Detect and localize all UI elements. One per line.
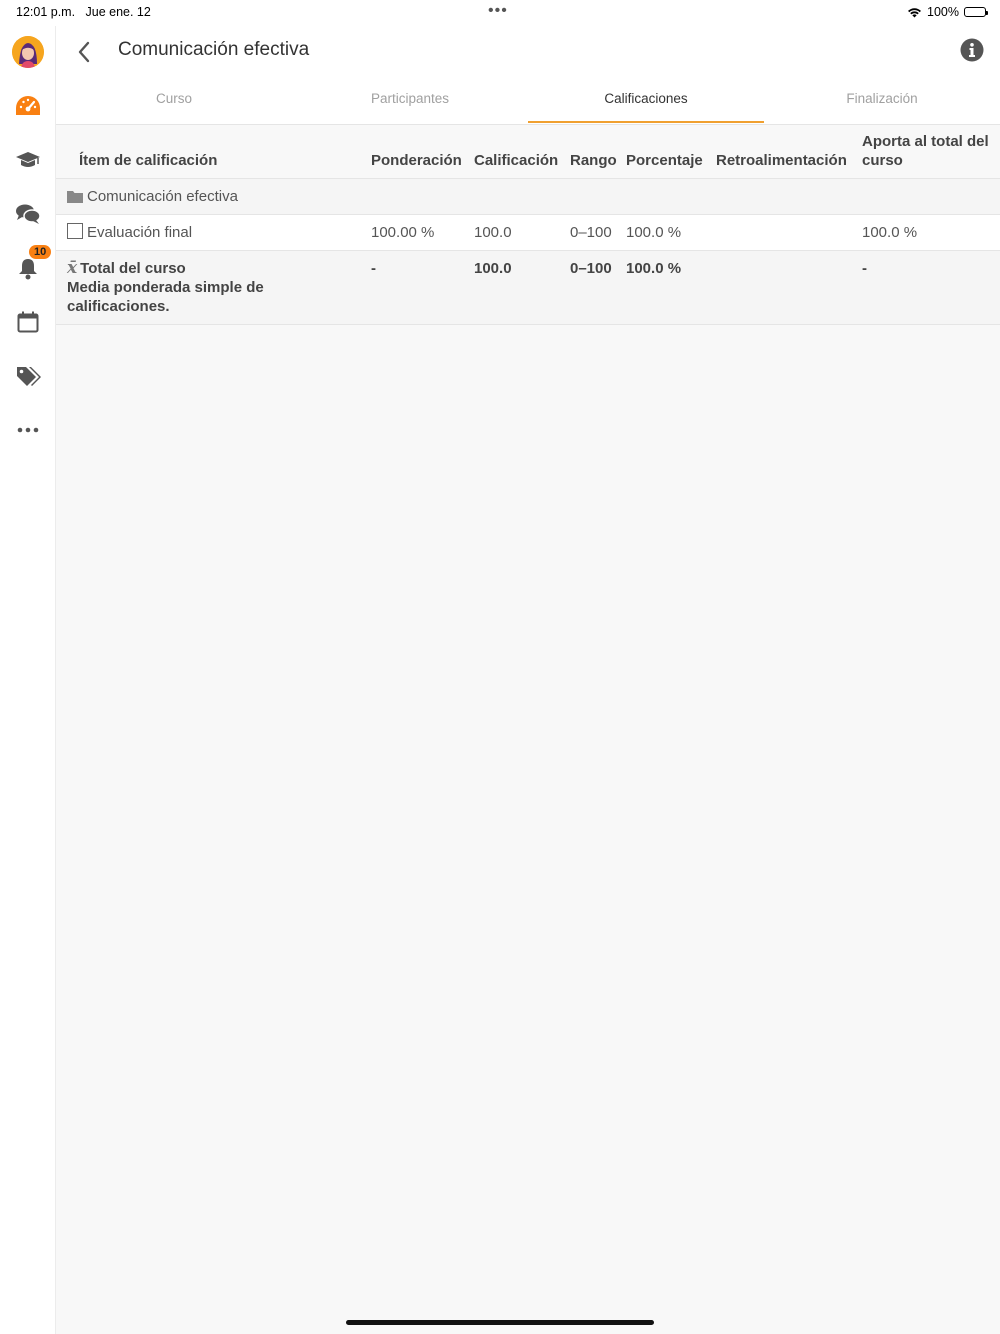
- header-item: Ítem de calificación: [79, 152, 218, 169]
- table-row-grade-item: Evaluación final 100.00 % 100.0 0–100 10…: [56, 214, 1000, 251]
- sidebar-item-notifications[interactable]: 10: [8, 245, 52, 288]
- course-total-range: 0–100: [566, 250, 622, 325]
- tab-calificaciones[interactable]: Calificaciones: [528, 76, 764, 123]
- course-tabs: Curso Participantes Calificaciones Final…: [56, 76, 1000, 123]
- tab-finalizacion[interactable]: Finalización: [764, 76, 1000, 123]
- notification-badge: 10: [29, 245, 52, 259]
- grades-table: Ítem de calificación Ponderación Calific…: [56, 124, 1000, 325]
- user-avatar-button[interactable]: [8, 32, 48, 72]
- header-grade: Calificación: [474, 152, 559, 169]
- multitasking-dots[interactable]: •••: [488, 2, 508, 20]
- grade-item-feedback: [712, 214, 858, 251]
- sidebar-item-messages[interactable]: [8, 194, 48, 234]
- battery-percent: 100%: [927, 5, 959, 19]
- grade-item-grade: 100.0: [470, 214, 566, 251]
- table-row-course-total: x̄ Total del curso Media ponderada simple…: [56, 250, 1000, 325]
- table-header-row: Ítem de calificación Ponderación Calific…: [56, 124, 1000, 179]
- page-title: Comunicación efectiva: [118, 39, 310, 60]
- header-weight: Ponderación: [371, 152, 462, 169]
- battery-icon: [964, 7, 988, 17]
- bell-icon: [19, 259, 37, 280]
- mean-x-bar-icon: x̄: [67, 258, 78, 278]
- course-total-cell: x̄ Total del curso Media ponderada simple…: [56, 250, 367, 325]
- grade-item-percentage: 100.0 %: [622, 214, 712, 251]
- sidebar-item-more[interactable]: [8, 410, 48, 450]
- tab-participantes[interactable]: Participantes: [292, 76, 528, 123]
- avatar: [12, 36, 44, 68]
- sidebar-item-calendar[interactable]: [8, 302, 48, 342]
- sidebar-item-courses[interactable]: [8, 140, 48, 180]
- grade-item-weight: 100.00 %: [367, 214, 470, 251]
- course-total-percentage: 100.0 %: [622, 250, 712, 325]
- header-range: Rango: [570, 152, 617, 169]
- chat-bubbles-icon: [16, 204, 41, 224]
- more-dots-icon: [17, 427, 39, 433]
- sidebar: 10: [0, 26, 56, 1334]
- status-bar: 12:01 p.m. Jue ene. 12 ••• 100%: [0, 0, 1000, 26]
- info-button[interactable]: [960, 38, 986, 64]
- header-contribution: Aporta al total del curso: [862, 133, 989, 169]
- course-total-grade: 100.0: [470, 250, 566, 325]
- course-total-weight: -: [367, 250, 470, 325]
- info-icon: [960, 38, 984, 62]
- status-right: 100%: [907, 5, 988, 19]
- dashboard-gauge-icon: [16, 96, 40, 115]
- grades-content: Ítem de calificación Ponderación Calific…: [56, 124, 1000, 325]
- category-name: Comunicación efectiva: [87, 188, 238, 205]
- grade-item-contribution: 100.0 %: [858, 214, 1000, 251]
- graduation-cap-icon: [16, 152, 40, 167]
- header-feedback: Retroalimentación: [716, 152, 847, 169]
- grade-item-cell: Evaluación final: [56, 214, 367, 251]
- status-time: 12:01 p.m. Jue ene. 12: [16, 5, 151, 19]
- chevron-left-icon: [78, 41, 90, 63]
- course-total-description: Media ponderada simple de calificaciones…: [67, 279, 264, 315]
- sidebar-item-dashboard[interactable]: [8, 86, 48, 126]
- course-total-feedback: [712, 250, 858, 325]
- wifi-icon: [908, 7, 922, 17]
- tab-curso[interactable]: Curso: [56, 76, 292, 123]
- tags-icon: [17, 367, 41, 386]
- category-row: Comunicación efectiva: [56, 178, 1000, 215]
- folder-icon: [67, 191, 83, 203]
- header-percentage: Porcentaje: [626, 152, 703, 169]
- grade-item-name[interactable]: Evaluación final: [87, 224, 192, 241]
- course-total-name: Total del curso: [80, 260, 186, 277]
- course-total-contribution: -: [858, 250, 1000, 325]
- grade-item-checkbox-icon: [67, 223, 83, 239]
- calendar-icon: [17, 311, 39, 333]
- grade-item-range: 0–100: [566, 214, 622, 251]
- home-indicator[interactable]: [346, 1320, 654, 1325]
- sidebar-item-tags[interactable]: [8, 356, 48, 396]
- page-header: Comunicación efectiva Curso Participante…: [56, 26, 1000, 125]
- avatar-illustration-icon: [12, 36, 44, 68]
- category-cell: Comunicación efectiva: [56, 178, 1000, 215]
- back-button[interactable]: [70, 38, 98, 66]
